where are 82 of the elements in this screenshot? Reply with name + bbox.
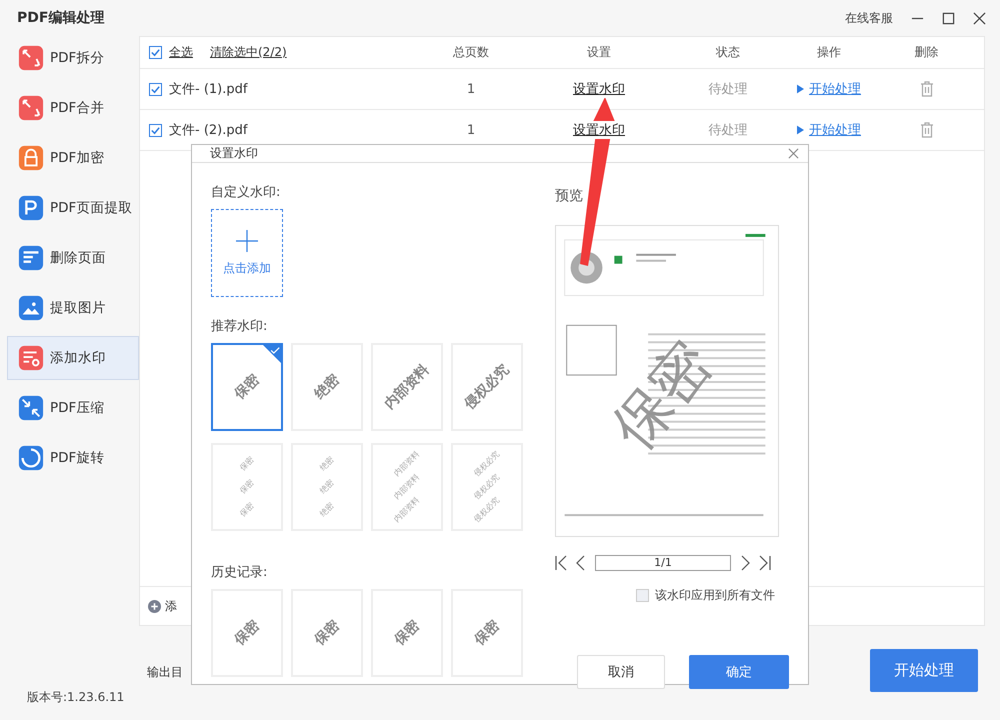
sidebar-item[interactable]: PDF压缩 [7,386,139,430]
watermark-tile[interactable]: 内部资料 [371,343,443,431]
file-name: 文件- (2).pdf [169,122,248,139]
file-name: 文件- (1).pdf [169,81,248,98]
add-file-label[interactable]: 添 [165,598,177,614]
check-icon [263,345,281,363]
sidebar-item[interactable]: PDF加密 [7,136,139,180]
trash-icon[interactable] [920,81,934,97]
window-title: PDF编辑处理 [17,9,104,27]
sidebar-item[interactable]: PDF拆分 [7,36,139,80]
sidebar-item[interactable]: 添加水印 [7,336,139,380]
watermark-text: 绝密 [318,456,336,472]
close-icon[interactable] [973,12,986,24]
watermark-text: 保密 [470,616,504,650]
section-label: 历史记录: [211,564,268,581]
watermark-tile[interactable]: 侵权必究 [451,343,523,431]
watermark-text: 绝密 [310,370,344,404]
column-header: 设置 [586,44,612,61]
watermark-text: 保密 [230,370,264,404]
section-label: 自定义水印: [211,184,282,201]
history-tile[interactable]: 保密 [451,589,523,677]
watermark-tile[interactable]: 绝密 [291,343,363,431]
last-page-icon[interactable] [759,555,771,571]
watermark-text: 绝密 [318,478,336,496]
sidebar-item[interactable]: 删除页面 [7,236,139,280]
start-button[interactable]: 开始处理 [870,648,978,692]
support-link[interactable]: 在线客服 [845,10,893,26]
first-page-icon[interactable] [555,555,567,571]
section-label: 推荐水印: [211,318,268,335]
sidebar-item[interactable]: PDF旋转 [7,436,139,480]
add-watermark-button[interactable]: 点击添加 [211,209,283,297]
select-all-link[interactable]: 全选 [169,44,193,61]
start-link[interactable]: 开始处理 [809,121,861,139]
plus-icon [236,230,258,252]
watermark-text: 保密 [310,616,344,650]
previous-page-icon[interactable] [575,555,587,571]
play-icon [797,84,804,94]
watermark-text: 保密 [390,616,424,650]
watermark-text: 保密 [238,456,256,472]
sidebar-item[interactable]: PDF合并 [7,86,139,130]
sidebar-item[interactable]: 提取图片 [7,286,139,330]
column-header: 删除 [914,44,940,61]
status-text: 待处理 [708,122,748,139]
add-icon[interactable] [148,600,161,612]
confirm-button[interactable]: 确定 [689,655,789,689]
status-text: 待处理 [708,81,748,98]
watermark-text: 保密 [238,478,256,496]
set-watermark-link[interactable]: 设置水印 [573,80,625,98]
page-count: 1 [466,82,476,96]
watermark-text: 保密 [238,502,256,518]
preview-label: 预览 [555,187,584,205]
watermark-text: 内部资料 [380,360,434,414]
sidebar-item[interactable]: PDF页面提取 [7,186,139,230]
maximize-icon[interactable] [942,12,955,24]
output-label: 输出目 [147,664,183,680]
play-icon [797,125,804,135]
watermark-text: 侵权必究 [460,360,514,414]
preview-watermark: 保密 [596,328,726,464]
history-tile[interactable]: 保密 [291,589,363,677]
watermark-text: 保密 [230,616,264,650]
cancel-button[interactable]: 取消 [577,655,665,689]
trash-icon[interactable] [920,122,934,138]
set-watermark-link[interactable]: 设置水印 [573,121,625,139]
column-header: 总页数 [452,44,490,61]
watermark-text: 绝密 [318,502,336,518]
page-indicator[interactable]: 1/1 [595,555,731,571]
start-link[interactable]: 开始处理 [809,80,861,98]
page-count: 1 [466,122,476,138]
checkbox[interactable] [149,124,162,136]
apply-all-label[interactable]: 该水印应用到所有文件 [655,587,775,604]
checkbox[interactable] [636,589,649,602]
next-page-icon[interactable] [739,555,751,571]
watermark-tile[interactable]: 保密 [211,343,283,431]
checkbox[interactable] [149,82,162,96]
checkbox[interactable] [149,46,162,59]
history-tile[interactable]: 保密 [371,589,443,677]
column-header: 操作 [816,44,842,61]
version-label: 版本号:1.23.6.11 [26,689,126,706]
clear-selection-link[interactable]: 清除选中(2/2) [210,44,287,61]
column-header: 状态 [715,44,741,61]
history-tile[interactable]: 保密 [211,589,283,677]
dialog-title: 设置水印 [210,145,258,162]
